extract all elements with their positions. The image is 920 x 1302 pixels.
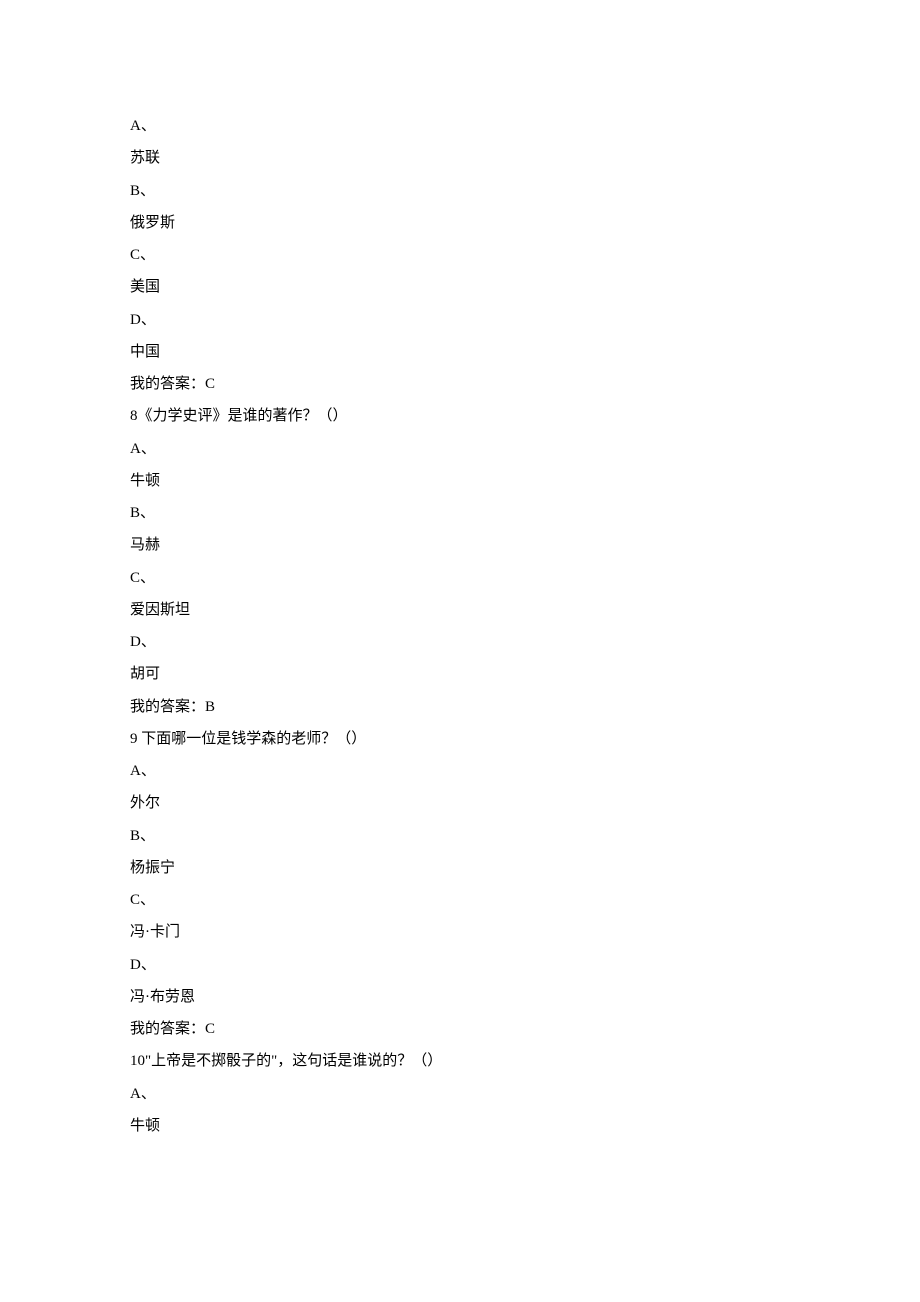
- option-label: B、: [130, 175, 790, 207]
- option-label: A、: [130, 1078, 790, 1110]
- option-label: D、: [130, 304, 790, 336]
- option-text: 冯·卡门: [130, 916, 790, 948]
- option-label: C、: [130, 884, 790, 916]
- option-text: 美国: [130, 271, 790, 303]
- option-text: 牛顿: [130, 465, 790, 497]
- question-prompt: 8《力学史评》是谁的著作？（）: [130, 400, 790, 432]
- option-label: B、: [130, 497, 790, 529]
- option-label: C、: [130, 239, 790, 271]
- option-text: 牛顿: [130, 1110, 790, 1142]
- option-label: A、: [130, 110, 790, 142]
- option-text: 马赫: [130, 529, 790, 561]
- option-text: 杨振宁: [130, 852, 790, 884]
- document-content: A、 苏联 B、 俄罗斯 C、 美国 D、 中国 我的答案：C 8《力学史评》是…: [130, 110, 790, 1142]
- option-label: C、: [130, 562, 790, 594]
- answer-line: 我的答案：C: [130, 1013, 790, 1045]
- option-text: 俄罗斯: [130, 207, 790, 239]
- option-label: D、: [130, 626, 790, 658]
- option-label: B、: [130, 820, 790, 852]
- option-text: 冯·布劳恩: [130, 981, 790, 1013]
- option-label: A、: [130, 433, 790, 465]
- option-text: 中国: [130, 336, 790, 368]
- question-prompt: 9 下面哪一位是钱学森的老师？（）: [130, 723, 790, 755]
- answer-line: 我的答案：C: [130, 368, 790, 400]
- answer-line: 我的答案：B: [130, 691, 790, 723]
- question-prompt: 10"上帝是不掷骰子的"，这句话是谁说的？（）: [130, 1045, 790, 1077]
- option-text: 苏联: [130, 142, 790, 174]
- option-text: 外尔: [130, 787, 790, 819]
- option-label: D、: [130, 949, 790, 981]
- option-text: 爱因斯坦: [130, 594, 790, 626]
- option-label: A、: [130, 755, 790, 787]
- option-text: 胡可: [130, 658, 790, 690]
